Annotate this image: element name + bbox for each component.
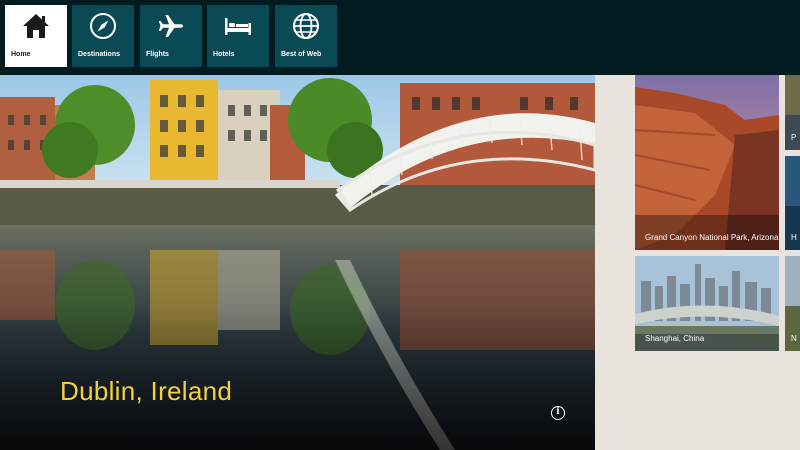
nav-tile-label: Best of Web <box>281 51 322 58</box>
destination-tile-peek[interactable]: H <box>785 156 800 250</box>
tile-caption: H <box>791 233 797 242</box>
nav-tile-home[interactable]: Home <box>5 5 67 67</box>
nav-tile-label: Flights <box>146 51 169 58</box>
grand-canyon-photo <box>635 75 779 250</box>
info-icon[interactable]: i <box>551 406 565 420</box>
nav-tile-best-of-web[interactable]: Best of Web <box>275 5 337 67</box>
nav-tile-hotels[interactable]: Hotels <box>207 5 269 67</box>
destination-tile-peek[interactable]: P <box>785 75 800 150</box>
tile-caption: P <box>791 133 797 142</box>
nav-tile-label: Destinations <box>78 51 121 58</box>
destination-tile-grand-canyon[interactable]: Grand Canyon National Park, Arizona <box>635 75 779 250</box>
home-icon <box>5 11 67 41</box>
tile-caption: Grand Canyon National Park, Arizona <box>645 233 779 242</box>
nav-tile-destinations[interactable]: Destinations <box>72 5 134 67</box>
destination-tile-shanghai[interactable]: Shanghai, China <box>635 256 779 351</box>
airplane-icon <box>140 11 202 41</box>
compass-icon <box>72 11 134 41</box>
globe-icon <box>275 11 337 41</box>
tile-caption: Shanghai, China <box>645 334 705 343</box>
hero-panel[interactable]: Dublin, Ireland i <box>0 75 595 450</box>
bed-icon <box>207 11 269 41</box>
destination-tile-peek[interactable]: N <box>785 256 800 351</box>
tile-caption: N <box>791 334 797 343</box>
top-nav-bar: Home Destinations Flights Hotels Best of… <box>0 0 800 75</box>
nav-tile-flights[interactable]: Flights <box>140 5 202 67</box>
nav-tile-label: Home <box>11 51 31 58</box>
nav-tile-label: Hotels <box>213 51 235 58</box>
hero-title[interactable]: Dublin, Ireland <box>60 376 232 407</box>
